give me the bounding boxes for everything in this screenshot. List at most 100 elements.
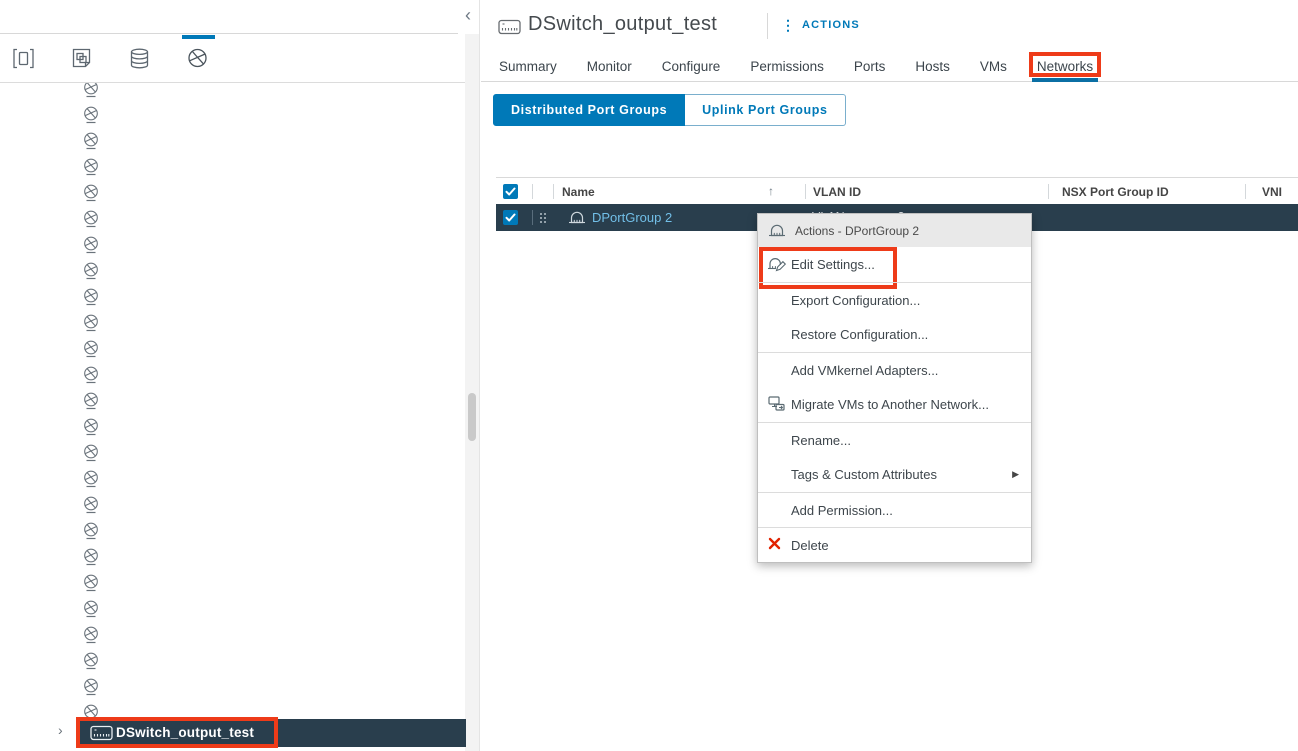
tree-item[interactable] <box>0 258 464 284</box>
network-globe-icon <box>82 677 100 697</box>
tree-item[interactable] <box>0 232 464 258</box>
network-globe-icon <box>82 599 100 619</box>
dswitch-label: DSwitch_output_test <box>116 725 254 740</box>
tab-ports[interactable]: Ports <box>854 59 886 74</box>
tab-hosts[interactable]: Hosts <box>915 59 950 74</box>
divider <box>805 184 806 199</box>
network-globe-icon <box>82 157 100 177</box>
context-menu-title: Actions - DPortGroup 2 <box>795 224 919 238</box>
tree-item[interactable] <box>0 440 464 466</box>
network-globe-icon <box>82 339 100 359</box>
tree-item[interactable] <box>0 388 464 414</box>
tree-item[interactable] <box>0 648 464 674</box>
tree-item[interactable] <box>0 128 464 154</box>
network-globe-icon <box>82 703 100 719</box>
tree-item[interactable] <box>0 622 464 648</box>
column-header-vlan-id[interactable]: VLAN ID <box>813 185 861 199</box>
scrollbar-thumb[interactable] <box>468 393 476 441</box>
drag-handle-icon[interactable] <box>540 213 542 215</box>
delete-icon <box>767 536 786 551</box>
tab-networks[interactable]: Networks <box>1037 59 1093 74</box>
dswitch-icon <box>90 725 113 741</box>
sidebar-scrollbar[interactable] <box>465 34 479 751</box>
object-header: DSwitch_output_test ⋮ ACTIONS <box>481 0 1298 52</box>
menu-item-label: Export Configuration... <box>791 293 920 308</box>
actions-label: ACTIONS <box>802 19 860 31</box>
divider <box>1048 184 1049 199</box>
row-checkbox[interactable] <box>503 210 518 225</box>
menu-item-label: Delete <box>791 538 829 553</box>
divider <box>532 184 533 199</box>
network-globe-icon <box>82 469 100 489</box>
edit-settings-icon <box>767 255 786 273</box>
tree-item[interactable] <box>0 466 464 492</box>
tab-summary[interactable]: Summary <box>499 59 557 74</box>
vertical-dots-icon: ⋮ <box>781 18 795 32</box>
tab-monitor[interactable]: Monitor <box>587 59 632 74</box>
port-group-icon <box>768 222 786 239</box>
select-all-checkbox[interactable] <box>503 184 518 199</box>
tab-configure[interactable]: Configure <box>662 59 721 74</box>
tree-item[interactable] <box>0 362 464 388</box>
table-header-row: Name VLAN ID NSX Port Group ID VNI <box>496 177 1298 204</box>
menu-item-rename[interactable]: Rename... <box>758 422 1031 457</box>
menu-item-migrate-vms-to-another-network[interactable]: Migrate VMs to Another Network... <box>758 387 1031 422</box>
network-globe-icon <box>82 651 100 671</box>
menu-item-label: Rename... <box>791 433 851 448</box>
tree-item[interactable] <box>0 414 464 440</box>
network-globe-icon <box>82 521 100 541</box>
network-globe-icon <box>82 105 100 125</box>
tree-item[interactable]: — — — — — — · <box>0 700 464 719</box>
chevron-right-icon[interactable]: › <box>58 722 63 738</box>
tree-item[interactable] <box>0 83 464 102</box>
menu-item-add-vmkernel-adapters[interactable]: Add VMkernel Adapters... <box>758 352 1031 387</box>
tree-item[interactable] <box>0 154 464 180</box>
column-header-name[interactable]: Name <box>562 185 595 199</box>
menu-item-edit-settings[interactable]: Edit Settings... <box>758 247 1031 282</box>
column-header-vni[interactable]: VNI <box>1262 185 1282 199</box>
networking-icon[interactable] <box>186 47 210 73</box>
tree-item[interactable] <box>0 284 464 310</box>
tree-item[interactable] <box>0 492 464 518</box>
tree-item[interactable] <box>0 206 464 232</box>
network-globe-icon <box>82 573 100 593</box>
port-group-name-link[interactable]: DPortGroup 2 <box>592 210 672 225</box>
subtab-uplink-port-groups[interactable]: Uplink Port Groups <box>685 94 845 126</box>
context-menu-items: Edit Settings... Export Configuration... R… <box>758 247 1031 562</box>
menu-item-tags-custom-attributes[interactable]: Tags & Custom Attributes ▶ <box>758 457 1031 492</box>
inventory-tree: — — — — — — · <box>0 83 464 719</box>
menu-item-label: Tags & Custom Attributes <box>791 467 937 482</box>
hosts-and-clusters-icon[interactable] <box>12 47 36 73</box>
tree-item[interactable] <box>0 336 464 362</box>
divider <box>1245 184 1246 199</box>
tree-item[interactable] <box>0 674 464 700</box>
tree-item[interactable] <box>0 102 464 128</box>
menu-item-export-configuration[interactable]: Export Configuration... <box>758 282 1031 317</box>
network-globe-icon <box>82 131 100 151</box>
network-globe-icon <box>82 443 100 463</box>
tab-vms[interactable]: VMs <box>980 59 1007 74</box>
storage-icon[interactable] <box>128 47 152 73</box>
tab-permissions[interactable]: Permissions <box>750 59 824 74</box>
tree-item[interactable] <box>0 596 464 622</box>
tree-item[interactable] <box>0 518 464 544</box>
menu-item-restore-configuration[interactable]: Restore Configuration... <box>758 317 1031 352</box>
network-globe-icon <box>82 83 100 99</box>
network-globe-icon <box>82 417 100 437</box>
port-group-icon <box>568 209 586 226</box>
tree-item[interactable] <box>0 544 464 570</box>
menu-item-delete[interactable]: Delete <box>758 527 1031 562</box>
vms-and-templates-icon[interactable] <box>70 47 94 73</box>
tree-item[interactable] <box>0 180 464 206</box>
chevron-left-icon[interactable]: ‹ <box>459 4 477 26</box>
actions-button[interactable]: ⋮ ACTIONS <box>781 18 860 32</box>
tree-item[interactable] <box>0 310 464 336</box>
subtab-distributed-port-groups[interactable]: Distributed Port Groups <box>493 94 685 126</box>
menu-item-add-permission[interactable]: Add Permission... <box>758 492 1031 527</box>
sidebar-item-dswitch-output-test[interactable]: › DSwitch_output_test <box>0 719 466 747</box>
column-header-nsx-port-group-id[interactable]: NSX Port Group ID <box>1062 185 1169 199</box>
submenu-arrow-icon: ▶ <box>1012 469 1019 480</box>
sort-ascending-icon[interactable] <box>768 184 774 198</box>
portgroup-type-toggle: Distributed Port GroupsUplink Port Group… <box>493 94 846 126</box>
tree-item[interactable] <box>0 570 464 596</box>
